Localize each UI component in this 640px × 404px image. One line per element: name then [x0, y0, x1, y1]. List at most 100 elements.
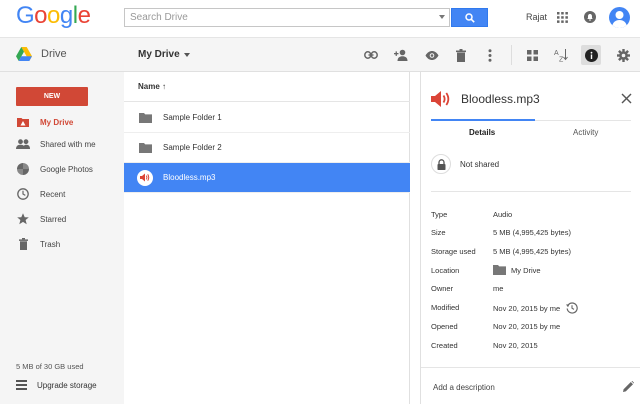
file-name: Sample Folder 1 [163, 113, 222, 122]
drive-brand[interactable]: Drive [16, 47, 67, 61]
logo-letter: e [77, 2, 91, 29]
sidebar-item-label: Shared with me [40, 139, 96, 149]
prop-created-label: Created [431, 341, 458, 350]
link-icon [364, 51, 378, 59]
description-field[interactable]: Add a description [433, 383, 495, 392]
sidebar-item-my-drive[interactable]: My Drive [0, 111, 124, 133]
photos-icon [16, 162, 30, 176]
apps-grid-icon[interactable] [557, 12, 568, 23]
sort-by-name-header[interactable]: Name ↑ [138, 82, 166, 91]
divider [421, 367, 640, 368]
more-vert-icon [488, 48, 492, 62]
link-button[interactable] [363, 47, 379, 63]
prop-modified-label: Modified [431, 303, 460, 312]
edit-pencil-icon[interactable] [623, 381, 634, 392]
details-title: Bloodless.mp3 [461, 92, 540, 106]
storage-icon [16, 380, 27, 390]
details-panel: Bloodless.mp3 Details Activity Not share… [420, 72, 640, 404]
prop-type-value: Audio [493, 210, 513, 219]
sidebar-item-label: Google Photos [40, 164, 93, 174]
sidebar-item-starred[interactable]: Starred [0, 208, 124, 230]
file-name: Bloodless.mp3 [163, 173, 216, 182]
location-name: My Drive [511, 265, 541, 275]
logo-letter: o [34, 2, 48, 29]
settings-button[interactable] [615, 47, 631, 63]
logo-letter: o [47, 2, 60, 29]
clock-icon [16, 187, 30, 201]
folder-icon [493, 265, 506, 275]
file-row-selected[interactable]: Bloodless.mp3 [124, 163, 410, 193]
notifications-icon[interactable] [584, 11, 596, 23]
search-icon [464, 12, 475, 23]
logo-letter: G [16, 2, 35, 29]
google-logo[interactable]: Google [16, 2, 91, 29]
user-name[interactable]: Rajat [526, 12, 547, 22]
search-options-icon[interactable] [439, 15, 445, 19]
grid-view-icon [526, 49, 538, 61]
audio-file-icon [431, 89, 451, 109]
audio-file-icon [137, 169, 153, 186]
sort-button[interactable]: AZ [553, 47, 569, 63]
more-actions-button[interactable] [482, 47, 498, 63]
lock-icon [431, 154, 451, 174]
sidebar-item-label: My Drive [40, 117, 74, 127]
tab-details[interactable]: Details [469, 128, 495, 137]
location-dropdown[interactable]: My Drive [138, 49, 190, 60]
user-avatar-icon [612, 11, 627, 28]
sidebar-item-label: Trash [40, 239, 61, 249]
sidebar-item-recent[interactable]: Recent [0, 183, 124, 205]
sidebar: NEW My Drive Shared with me Google Photo… [0, 72, 124, 404]
drive-label: Drive [41, 48, 67, 60]
prop-modified-value: Nov 20, 2015 by me [493, 302, 578, 314]
search-button[interactable] [451, 8, 488, 27]
modified-value-text: Nov 20, 2015 by me [493, 303, 561, 313]
new-button[interactable]: NEW [16, 87, 88, 106]
prop-storage-value: 5 MB (4,995,425 bytes) [493, 247, 571, 256]
upgrade-storage-label: Upgrade storage [37, 380, 97, 390]
toolbar-divider [511, 45, 512, 65]
sidebar-item-trash[interactable]: Trash [0, 233, 124, 255]
search-input[interactable] [125, 9, 435, 26]
prop-created-value: Nov 20, 2015 [493, 341, 538, 350]
bell-icon [587, 14, 593, 21]
preview-icon [425, 50, 439, 60]
prop-location-value[interactable]: My Drive [493, 265, 541, 275]
top-bar: Google Rajat [0, 0, 640, 38]
preview-button[interactable] [424, 47, 440, 63]
info-icon [584, 48, 598, 62]
prop-size-label: Size [431, 228, 446, 237]
sidebar-item-label: Recent [40, 189, 66, 199]
drive-folder-icon [16, 115, 30, 129]
prop-opened-label: Opened [431, 322, 458, 331]
sidebar-item-shared[interactable]: Shared with me [0, 133, 124, 155]
sidebar-item-label: Starred [40, 214, 67, 224]
file-row[interactable]: Sample Folder 1 [124, 103, 410, 133]
drive-logo-icon [16, 47, 32, 61]
people-icon [16, 137, 30, 151]
chevron-down-icon [183, 52, 190, 57]
list-header: Name ↑ [124, 72, 410, 102]
avatar[interactable] [609, 7, 630, 28]
delete-button[interactable] [453, 47, 469, 63]
folder-icon [138, 111, 152, 125]
history-icon[interactable] [566, 302, 578, 314]
logo-letter: g [59, 2, 73, 29]
upgrade-storage-link[interactable]: Upgrade storage [16, 380, 97, 390]
details-toggle-button[interactable] [581, 45, 601, 65]
star-icon [16, 212, 30, 226]
tab-activity[interactable]: Activity [573, 128, 598, 137]
location-dropdown-label: My Drive [138, 49, 180, 60]
close-icon[interactable] [621, 93, 632, 104]
prop-size-value: 5 MB (4,995,425 bytes) [493, 228, 571, 237]
share-button[interactable] [393, 47, 409, 63]
file-list: Name ↑ Sample Folder 1 Sample Folder 2 B… [124, 72, 410, 404]
prop-owner-value: me [493, 284, 504, 293]
search-box [124, 8, 450, 27]
sharing-status[interactable]: Not shared [431, 154, 499, 174]
sidebar-item-photos[interactable]: Google Photos [0, 158, 124, 180]
file-row[interactable]: Sample Folder 2 [124, 133, 410, 163]
grid-view-button[interactable] [524, 47, 540, 63]
sharing-label: Not shared [460, 159, 500, 169]
prop-type-label: Type [431, 210, 448, 219]
file-name: Sample Folder 2 [163, 143, 222, 152]
